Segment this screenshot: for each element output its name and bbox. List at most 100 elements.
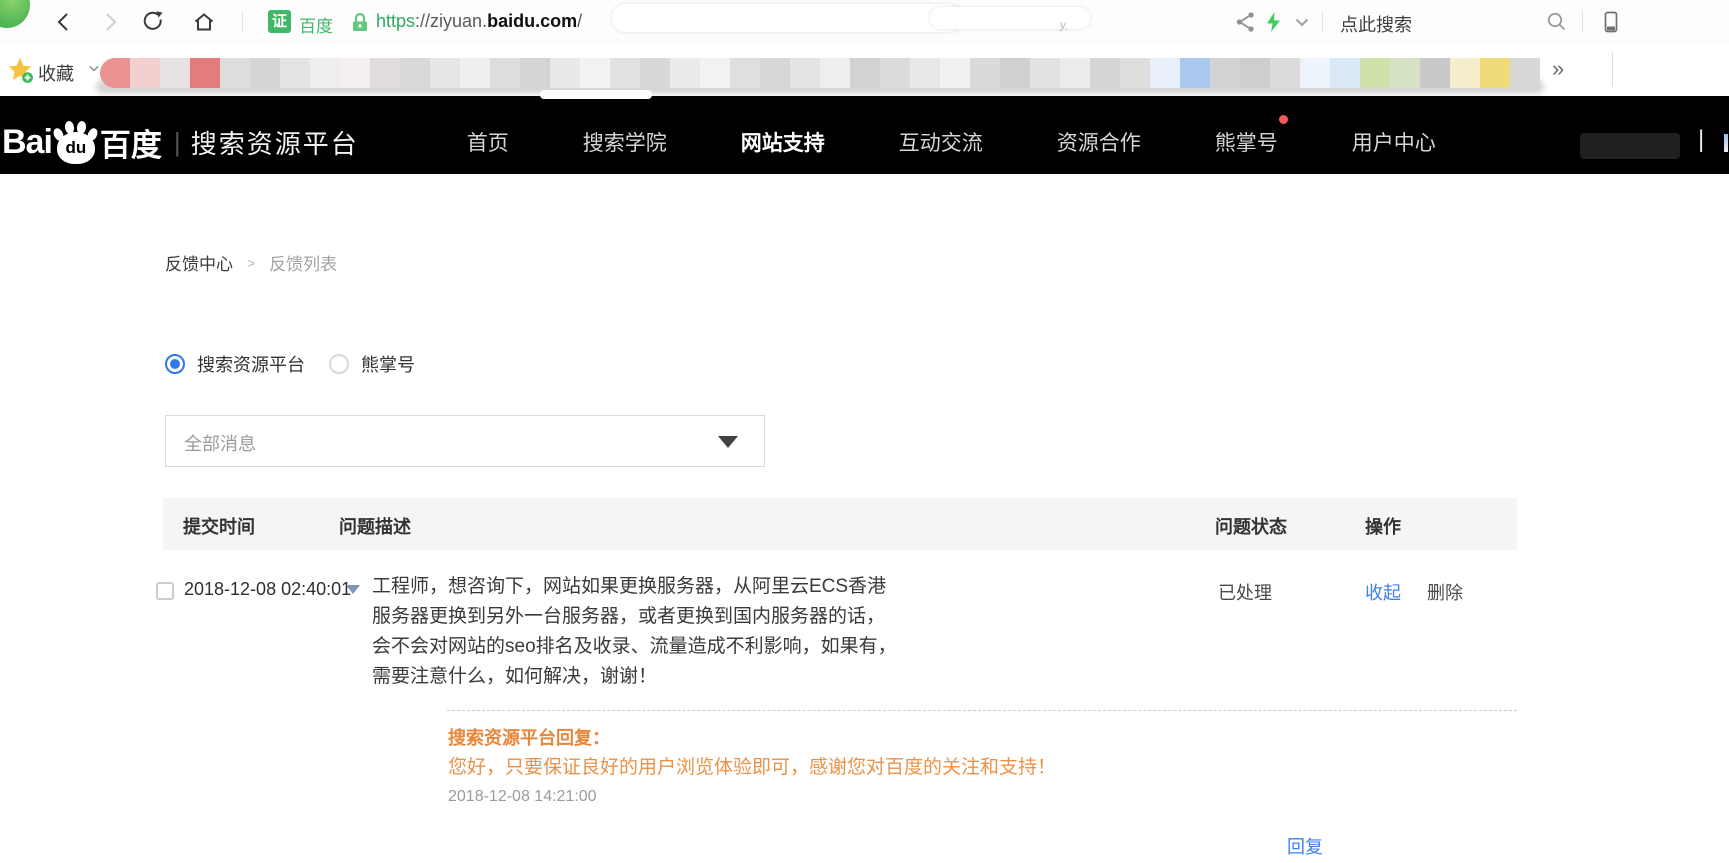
top-nav: Bai du 百度 | 搜索资源平台 首页 搜索学院 网站支持 互动交流 资源合作 熊掌号…	[0, 96, 1729, 174]
redacted-bookmark[interactable]	[610, 58, 640, 88]
share-icon[interactable]	[1234, 10, 1258, 34]
issue-description: 工程师，想咨询下，网站如果更换服务器，从阿里云ECS香港服务器更换到另外一台服务…	[372, 572, 897, 692]
redacted-bookmark[interactable]	[700, 58, 730, 88]
reply-link[interactable]: 回复	[1287, 833, 1323, 859]
redacted-bookmark[interactable]	[220, 58, 250, 88]
redacted-bookmark[interactable]	[520, 58, 550, 88]
search-input[interactable]: 点此搜索	[1340, 11, 1412, 37]
row-actions: 收起删除	[1365, 579, 1463, 605]
redacted-bookmark[interactable]	[1090, 58, 1120, 88]
breadcrumb-item: 反馈列表	[269, 250, 337, 275]
redacted-bookmark[interactable]	[1450, 58, 1480, 88]
redacted-bookmark[interactable]	[670, 58, 700, 88]
top-nav-items: 首页 搜索学院 网站支持 互动交流 资源合作 熊掌号 用户中心	[467, 127, 1436, 157]
redacted-bookmark[interactable]	[100, 58, 130, 88]
collapse-caret-icon[interactable]	[346, 585, 360, 594]
redacted-bookmark[interactable]	[280, 58, 310, 88]
refresh-icon[interactable]	[142, 10, 166, 34]
redacted-bookmark[interactable]	[730, 58, 760, 88]
url-rest: ://ziyuan.	[415, 11, 487, 31]
platform-name[interactable]: 搜索资源平台	[191, 124, 359, 161]
home-icon[interactable]	[192, 10, 216, 34]
description-line: 服务器更换到另外一台服务器，或者更换到国内服务器的话，	[372, 602, 897, 632]
redacted-bookmark[interactable]	[1240, 58, 1270, 88]
baidu-logo[interactable]: Bai du 百度	[2, 119, 162, 165]
lightning-icon[interactable]	[1262, 10, 1286, 34]
nav-interaction[interactable]: 互动交流	[899, 127, 983, 157]
redacted-bookmark[interactable]	[820, 58, 850, 88]
back-icon[interactable]	[52, 10, 76, 34]
radio-search-platform[interactable]: 搜索资源平台	[165, 351, 305, 377]
redacted-bookmark[interactable]	[940, 58, 970, 88]
redacted-bookmarks-strip	[100, 58, 1540, 88]
redacted-bookmark[interactable]	[250, 58, 280, 88]
nav-user-center[interactable]: 用户中心	[1352, 127, 1436, 157]
redacted-bookmark[interactable]	[1030, 58, 1060, 88]
redacted-bookmark[interactable]	[310, 58, 340, 88]
redacted-bookmark[interactable]	[160, 58, 190, 88]
redacted-bookmark[interactable]	[910, 58, 940, 88]
lock-icon	[348, 11, 372, 35]
redacted-bookmark[interactable]	[1120, 58, 1150, 88]
redacted-bookmark[interactable]	[550, 58, 580, 88]
star-add-icon[interactable]	[6, 56, 34, 84]
redacted-bookmark[interactable]	[400, 58, 430, 88]
redacted-bookmark[interactable]	[640, 58, 670, 88]
page: 证 百度 https://ziyuan.baidu.com/ y. 点此搜索	[0, 0, 1729, 863]
redacted-bookmark[interactable]	[1270, 58, 1300, 88]
redacted-bookmark[interactable]	[340, 58, 370, 88]
redacted-bookmark[interactable]	[880, 58, 910, 88]
favorites-button[interactable]: 收藏	[38, 60, 74, 86]
description-line: 会不会对网站的seo排名及收录、流量造成不利影响，如果有，	[372, 632, 897, 662]
phone-icon[interactable]	[1598, 10, 1622, 34]
nav-home[interactable]: 首页	[467, 127, 509, 157]
redacted-bookmark[interactable]	[1480, 58, 1510, 88]
redacted-bookmark[interactable]	[1000, 58, 1030, 88]
forward-icon[interactable]	[98, 10, 122, 34]
redacted-bookmark[interactable]	[1060, 58, 1090, 88]
redacted-bookmark[interactable]	[1150, 58, 1180, 88]
redacted-bookmark[interactable]	[580, 58, 610, 88]
user-divider: |	[1698, 126, 1704, 154]
redacted-bookmark[interactable]	[1180, 58, 1210, 88]
redacted-bookmark[interactable]	[490, 58, 520, 88]
redacted-bookmark[interactable]	[1330, 58, 1360, 88]
chevron-down-icon[interactable]	[1290, 10, 1314, 34]
radio-xiongzhang[interactable]: 熊掌号	[329, 351, 415, 377]
platform-radio-group: 搜索资源平台熊掌号	[165, 350, 415, 378]
redacted-bookmark[interactable]	[790, 58, 820, 88]
url-remnant: y.	[1059, 17, 1069, 32]
redacted-bookmark[interactable]	[460, 58, 490, 88]
address-bar[interactable]: https://ziyuan.baidu.com/	[376, 11, 582, 32]
cert-badge[interactable]: 证	[268, 10, 291, 33]
radio-search-platform-label: 搜索资源平台	[197, 351, 305, 377]
redacted-bookmark[interactable]	[970, 58, 1000, 88]
redacted-bookmark[interactable]	[1420, 58, 1450, 88]
username-redacted[interactable]	[1580, 133, 1680, 159]
delete-link[interactable]: 删除	[1427, 579, 1463, 605]
bookmarks-overflow-chevron[interactable]: »	[1552, 56, 1564, 82]
redacted-bookmark[interactable]	[850, 58, 880, 88]
redacted-bookmark[interactable]	[1510, 58, 1540, 88]
redacted-bookmark[interactable]	[1300, 58, 1330, 88]
redacted-bookmark[interactable]	[370, 58, 400, 88]
row-checkbox[interactable]	[156, 582, 174, 600]
nav-resource-cooperation[interactable]: 资源合作	[1057, 127, 1141, 157]
redacted-bookmark[interactable]	[760, 58, 790, 88]
nav-search-academy[interactable]: 搜索学院	[583, 127, 667, 157]
redacted-bookmark[interactable]	[1390, 58, 1420, 88]
message-filter-select[interactable]: 全部消息	[165, 415, 765, 467]
url-scheme: https	[376, 11, 415, 31]
redacted-bookmark[interactable]	[130, 58, 160, 88]
nav-xiongzhang[interactable]: 熊掌号	[1215, 127, 1278, 157]
nav-site-support[interactable]: 网站支持	[741, 127, 825, 157]
message-filter-value: 全部消息	[184, 430, 256, 456]
header-actions: 操作	[1365, 513, 1401, 539]
redacted-bookmark[interactable]	[1210, 58, 1240, 88]
collapse-link[interactable]: 收起	[1365, 579, 1401, 605]
redacted-bookmark[interactable]	[1360, 58, 1390, 88]
redacted-bookmark[interactable]	[190, 58, 220, 88]
search-icon[interactable]	[1545, 10, 1569, 34]
breadcrumb-item[interactable]: 反馈中心	[165, 250, 233, 275]
redacted-bookmark[interactable]	[430, 58, 460, 88]
